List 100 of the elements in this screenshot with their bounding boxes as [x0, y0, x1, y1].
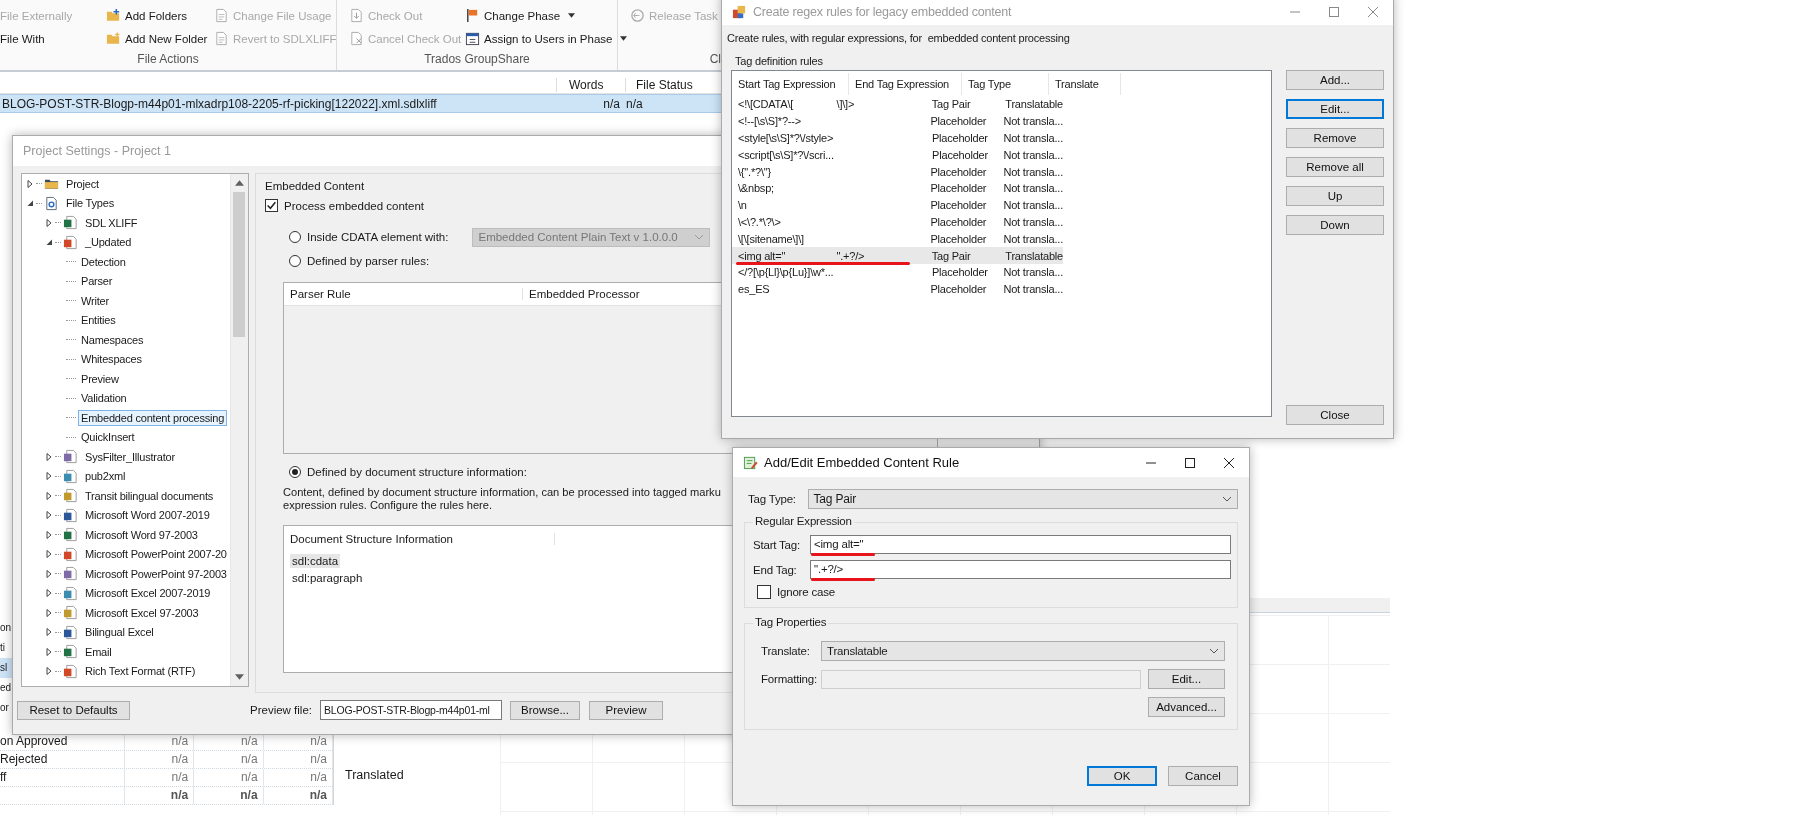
rule-row[interactable]: <script[\s\S]*?\/scri... Placeholder Not transla...	[732, 146, 1063, 164]
column-header[interactable]: Translate	[1049, 73, 1121, 95]
ribbon-button[interactable]: Change Phase	[465, 4, 628, 27]
expand-arrow-icon[interactable]	[45, 608, 53, 617]
rule-row[interactable]: es_ES Placeholder Not transla...	[732, 280, 1063, 298]
tree-item[interactable]: QuickInsert	[78, 429, 138, 446]
tree-item[interactable]: SysFilter_Illustrator	[82, 448, 178, 465]
expand-arrow-icon[interactable]	[26, 179, 34, 188]
expand-arrow-icon[interactable]	[45, 550, 53, 559]
chevron-down-icon[interactable]	[1222, 496, 1232, 502]
dialog-button[interactable]: Down	[1286, 215, 1384, 235]
table-row[interactable]: sl	[0, 658, 12, 678]
rule-row[interactable]: \<\?.*\?\> Placeholder Not transla...	[732, 213, 1063, 231]
checkbox-label[interactable]: Ignore case	[777, 586, 835, 598]
tree-item[interactable]: Microsoft PowerPoint 2007-20	[82, 546, 230, 563]
column-header[interactable]: Start Tag Expression	[732, 73, 849, 95]
table-row[interactable]: ti	[0, 638, 12, 658]
radio-button[interactable]	[289, 255, 301, 267]
tree-item[interactable]: Microsoft Word 97-2003	[82, 526, 201, 543]
table-row[interactable]: on	[0, 618, 12, 638]
regex-field[interactable]: <img alt="	[810, 535, 1231, 554]
column-header[interactable]: Tag Type	[962, 73, 1049, 95]
expand-arrow-icon[interactable]	[45, 491, 53, 500]
preview-button[interactable]: Preview	[589, 700, 663, 720]
column-header[interactable]: File Status	[625, 77, 693, 92]
expand-arrow-icon[interactable]	[45, 569, 53, 578]
table-row[interactable]: sdl:cdata	[290, 553, 341, 568]
checkbox-label[interactable]: Process embedded content	[284, 199, 424, 212]
expand-arrow-icon[interactable]	[45, 667, 53, 676]
collapse-arrow-icon[interactable]	[45, 238, 53, 247]
checkbox[interactable]	[757, 585, 771, 599]
tree-item[interactable]: SDL XLIFF	[82, 214, 141, 231]
cancel-button[interactable]: Cancel	[1168, 766, 1238, 786]
radio-button[interactable]	[289, 231, 301, 243]
dialog-button[interactable]: Edit...	[1286, 99, 1384, 119]
scroll-up-icon[interactable]	[235, 180, 244, 186]
tree-item[interactable]: Embedded content processing	[78, 409, 228, 426]
collapse-arrow-icon[interactable]	[26, 199, 34, 208]
dialog-button[interactable]: Up	[1286, 186, 1384, 206]
tree-item[interactable]: Parser	[78, 273, 116, 290]
tree-item[interactable]: pub2xml	[82, 468, 129, 485]
column-header[interactable]: Embedded Processor	[523, 288, 640, 300]
expand-arrow-icon[interactable]	[45, 628, 53, 637]
regex-field[interactable]: ".+?/>	[810, 560, 1231, 579]
reset-button[interactable]: Reset to Defaults	[17, 700, 130, 720]
tree-item[interactable]: Preview	[78, 370, 122, 387]
chevron-down-icon[interactable]	[1209, 648, 1219, 654]
column-header[interactable]: End Tag Expression	[849, 73, 962, 95]
translate-dropdown[interactable]: Translatable	[821, 641, 1225, 661]
radio-label[interactable]: Defined by parser rules:	[307, 255, 430, 267]
expand-arrow-icon[interactable]	[45, 472, 53, 481]
dialog-button[interactable]: Remove all	[1286, 157, 1384, 177]
tree-item[interactable]: Microsoft Excel 2007-2019	[82, 585, 214, 602]
expand-arrow-icon[interactable]	[45, 589, 53, 598]
scrollbar[interactable]	[230, 174, 248, 686]
column-header[interactable]: Document Structure Information	[284, 533, 555, 545]
rule-row[interactable]: \n Placeholder Not transla...	[732, 196, 1063, 214]
expand-arrow-icon[interactable]	[45, 647, 53, 656]
file-row[interactable]: BLOG-POST-STR-Blogp-m44p01-mlxadrp108-2205-rf-picking[122022].xml.sdlxliff n/a n/a	[0, 94, 721, 113]
tree-item[interactable]: Microsoft Word 2007-2019	[82, 507, 213, 524]
tree-item[interactable]: Namespaces	[78, 331, 147, 348]
dialog-button[interactable]: Remove	[1286, 128, 1384, 148]
preview-file-field[interactable]: BLOG-POST-STR-Blogp-m44p01-ml	[320, 700, 502, 720]
table-row[interactable]: or	[0, 698, 12, 718]
rule-row[interactable]: \&nbsp; Placeholder Not transla...	[732, 180, 1063, 197]
tree-item[interactable]: Transit bilingual documents	[82, 487, 217, 504]
tree-item[interactable]: Entities	[78, 312, 119, 329]
tree-item[interactable]: File Types	[63, 195, 117, 212]
rule-row[interactable]: \[\[sitename\]\] Placeholder Not transla...	[732, 230, 1063, 248]
table-row[interactable]: ed	[0, 678, 12, 698]
table-row[interactable]: sdl:paragraph	[290, 570, 365, 585]
browse-button[interactable]: Browse...	[510, 700, 580, 720]
radio-button[interactable]	[289, 466, 301, 478]
tree-item[interactable]: Bilingual Excel	[82, 624, 157, 641]
rule-row[interactable]: <img alt=" ".+?/> Tag Pair Translatable	[732, 247, 1063, 264]
expand-arrow-icon[interactable]	[45, 218, 53, 227]
tree-item[interactable]: Whitespaces	[78, 351, 145, 368]
ok-button[interactable]: OK	[1087, 766, 1157, 786]
tree-item[interactable]: Rich Text Format (RTF)	[82, 663, 199, 680]
radio-label[interactable]: Inside CDATA element with:	[307, 231, 449, 243]
rule-row[interactable]: <!--[\s\S]*?--> Placeholder Not transla...	[732, 112, 1063, 130]
tree-item[interactable]: Validation	[78, 390, 130, 407]
advanced-button[interactable]: Advanced...	[1148, 697, 1225, 717]
expand-arrow-icon[interactable]	[45, 511, 53, 520]
column-header[interactable]: Parser Rule	[284, 288, 523, 300]
maximize-icon[interactable]	[1184, 456, 1196, 469]
tree-item[interactable]: Writer	[78, 292, 112, 309]
close-icon[interactable]	[1223, 456, 1235, 469]
scroll-thumb[interactable]	[233, 192, 245, 337]
tree-item[interactable]: Microsoft PowerPoint 97-2003	[82, 565, 230, 582]
expand-arrow-icon[interactable]	[45, 530, 53, 539]
rule-row[interactable]: \{".*?\"} Placeholder Not transla...	[732, 163, 1063, 180]
close-button[interactable]: Close	[1286, 405, 1384, 425]
tree-item[interactable]: _Updated	[82, 234, 135, 251]
tree-item[interactable]: Project	[63, 175, 102, 192]
tag-type-dropdown[interactable]: Tag Pair	[807, 489, 1238, 509]
ribbon-button[interactable]: File With	[0, 27, 106, 50]
checkbox[interactable]	[265, 199, 278, 212]
column-header[interactable]: Words	[556, 77, 625, 92]
rule-row[interactable]: </?[\p{Ll}\p{Lu}]\w*... Placeholder Not transla...	[732, 263, 1063, 281]
